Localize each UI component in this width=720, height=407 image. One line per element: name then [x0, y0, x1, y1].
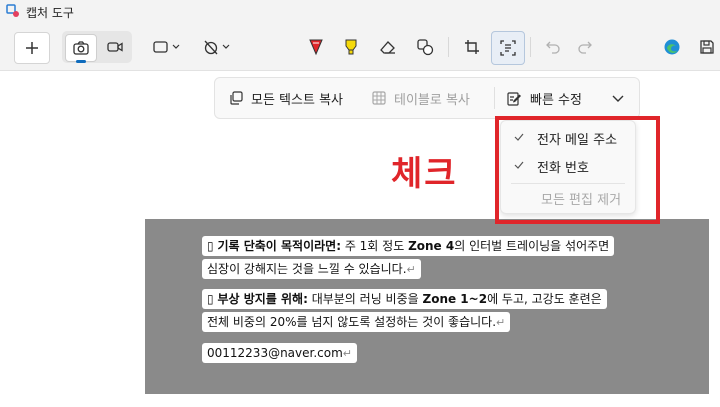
text-bold: Zone 1~2: [422, 292, 488, 306]
edge-icon: [664, 39, 680, 55]
bullet-glyph: ▯: [207, 239, 214, 253]
table-icon: [372, 91, 386, 105]
text-actions-button[interactable]: [491, 31, 525, 65]
snip-shape-button[interactable]: [150, 32, 186, 62]
chevron-down-icon: [612, 95, 624, 102]
title-bar: 캡처 도구: [0, 0, 720, 22]
quick-redact-button[interactable]: 빠른 수정: [507, 88, 582, 108]
copy-as-table-label: 테이블로 복사: [394, 92, 470, 108]
video-mode-button[interactable]: [100, 34, 130, 60]
plus-icon: [26, 42, 38, 54]
text-span: 전체 비중의 20%를 넘지 않도록 설정하는 것이 좋습니다.: [207, 315, 497, 329]
return-mark: ↵: [342, 347, 353, 360]
delay-timer-button[interactable]: [200, 32, 236, 62]
new-snip-button[interactable]: [14, 32, 50, 64]
captured-image: ▯ 기록 단축이 목적이라면: 주 1회 정도 Zone 4의 인터벌 트레이닝…: [145, 219, 709, 394]
text-line-4: 전체 비중의 20%를 넘지 않도록 설정하는 것이 좋습니다.↵: [202, 312, 511, 332]
screenshot-mode-button[interactable]: [65, 34, 97, 63]
text-bold: Zone 4: [408, 239, 455, 253]
rectangle-snip-icon: [153, 41, 180, 53]
annotation-highlight-box: [495, 116, 660, 224]
copy-all-text-label: 모든 텍스트 복사: [251, 92, 343, 108]
window-title: 캡처 도구: [26, 6, 74, 20]
bullet-glyph: ▯: [207, 292, 214, 306]
redact-icon: [507, 91, 521, 106]
quick-redact-label: 빠른 수정: [530, 92, 582, 108]
quick-redact-dropdown-toggle[interactable]: [611, 90, 625, 109]
text-span: 심장이 강해지는 것을 느낄 수 있습니다.: [207, 262, 407, 276]
redo-button[interactable]: [574, 32, 596, 62]
return-mark: ↵: [406, 263, 416, 276]
no-timer-icon: [204, 40, 230, 55]
toolbar-divider: [448, 37, 449, 57]
email-text: 00112233@naver.com: [207, 346, 343, 360]
text-span: 대부분의 러닝 비중을: [307, 292, 423, 306]
eraser-button[interactable]: [377, 32, 399, 62]
return-mark: ↵: [496, 316, 506, 329]
save-icon: [700, 40, 714, 54]
text-actions-icon: [500, 40, 516, 56]
redo-icon: [578, 41, 592, 54]
video-icon: [107, 42, 123, 52]
text-span: 주 1회 정도: [341, 239, 409, 253]
copy-as-table-button[interactable]: 테이블로 복사: [372, 88, 470, 108]
copy-icon: [230, 91, 243, 105]
shapes-icon: [417, 39, 434, 56]
eraser-icon: [380, 41, 395, 54]
text-actions-bar: 모든 텍스트 복사 테이블로 복사 빠른 수정: [214, 77, 640, 119]
toolbar: [0, 22, 720, 71]
text-span: 의 인터벌 트레이닝을 섞어주면: [454, 239, 610, 253]
annotation-text: 체크: [391, 154, 458, 194]
email-line: 00112233@naver.com↵: [202, 343, 358, 363]
crop-button[interactable]: [461, 32, 483, 62]
textbar-divider: [494, 87, 495, 109]
snipping-tool-icon: [6, 4, 19, 17]
highlighter-button[interactable]: [340, 32, 362, 62]
text-line-1: ▯ 기록 단축이 목적이라면: 주 1회 정도 Zone 4의 인터벌 트레이닝…: [202, 236, 615, 256]
text-line-2: 심장이 강해지는 것을 느낄 수 있습니다.↵: [202, 259, 421, 279]
camera-icon: [73, 41, 89, 55]
text-line-3: ▯ 부상 방지를 위해: 대부분의 러닝 비중을 Zone 1~2에 두고, 고…: [202, 289, 607, 309]
undo-button[interactable]: [542, 32, 564, 62]
ballpoint-pen-button[interactable]: [305, 32, 327, 62]
highlighter-icon: [345, 39, 357, 55]
pen-icon: [309, 39, 323, 56]
copy-all-text-button[interactable]: 모든 텍스트 복사: [229, 88, 343, 108]
crop-icon: [465, 40, 479, 54]
toolbar-divider: [530, 37, 531, 57]
text-bold: 기록 단축이 목적이라면:: [217, 239, 341, 253]
text-bold: 부상 방지를 위해:: [217, 292, 308, 306]
shapes-button[interactable]: [414, 32, 436, 62]
undo-icon: [546, 41, 560, 54]
text-span: 에 두고, 고강도 훈련은: [487, 292, 602, 306]
save-button[interactable]: [696, 32, 718, 62]
edge-share-button[interactable]: [661, 32, 683, 62]
